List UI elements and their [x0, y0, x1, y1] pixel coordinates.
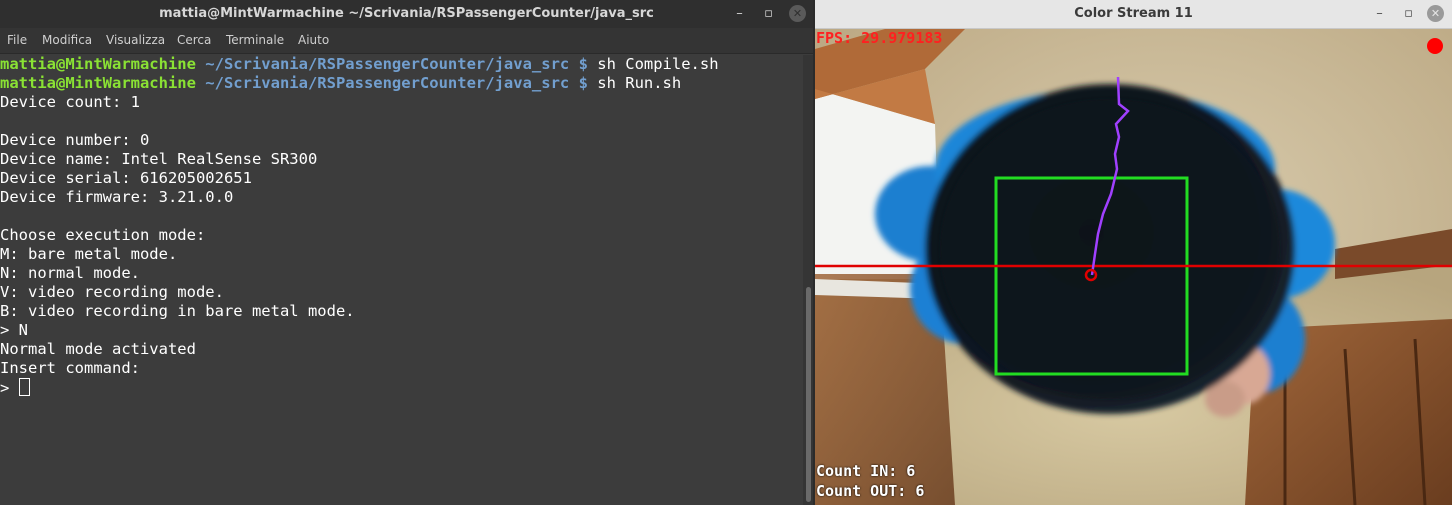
output-line: Insert command: [0, 359, 140, 377]
minimize-icon[interactable]: – [731, 5, 748, 22]
output-line: Normal mode activated [0, 340, 196, 358]
output-line: Device firmware: 3.21.0.0 [0, 188, 234, 206]
command-text: sh Compile.sh [587, 55, 719, 73]
camera-frame: FPS: 29.979183 Count IN: 6 Count OUT: 6 [815, 29, 1452, 505]
maximize-icon[interactable]: ▫ [1400, 5, 1417, 22]
terminal-output[interactable]: mattia@MintWarmachine ~/Scrivania/RSPass… [0, 55, 803, 505]
prompt-user: mattia@MintWarmachine [0, 74, 196, 92]
prompt-path: ~/Scrivania/RSPassengerCounter/java_src … [195, 55, 588, 73]
output-line: Device serial: 616205002651 [0, 169, 252, 187]
minimize-icon[interactable]: – [1371, 5, 1388, 22]
fps-label: FPS: 29.979183 [816, 29, 943, 47]
menu-aiuto[interactable]: Aiuto [298, 28, 329, 53]
terminal-command-line: mattia@MintWarmachine ~/Scrivania/RSPass… [0, 74, 681, 93]
output-line: Device number: 0 [0, 131, 150, 149]
output-line: N: normal mode. [0, 264, 140, 282]
output-line: B: video recording in bare metal mode. [0, 302, 355, 320]
close-icon[interactable]: ✕ [789, 5, 806, 22]
input-prompt: > [0, 379, 19, 397]
terminal-window[interactable]: mattia@MintWarmachine ~/Scrivania/RSPass… [0, 0, 813, 505]
count-in-label: Count IN: 6 [816, 462, 916, 480]
terminal-title: mattia@MintWarmachine ~/Scrivania/RSPass… [159, 6, 654, 21]
output-line: V: video recording mode. [0, 283, 224, 301]
recording-dot-icon [1427, 38, 1443, 54]
maximize-icon[interactable]: ▫ [760, 5, 777, 22]
terminal-scrollbar[interactable] [803, 55, 813, 505]
menu-visualizza[interactable]: Visualizza [106, 28, 165, 53]
count-out-label: Count OUT: 6 [816, 482, 925, 500]
terminal-menubar: File Modifica Visualizza Cerca Terminale… [0, 28, 813, 54]
prompt-user: mattia@MintWarmachine [0, 55, 196, 73]
output-line: M: bare metal mode. [0, 245, 178, 263]
color-stream-window[interactable]: Color Stream 11 – ▫ ✕ FPS: 29.979183 Cou… [815, 0, 1452, 505]
terminal-command-line: mattia@MintWarmachine ~/Scrivania/RSPass… [0, 55, 719, 74]
prompt-path: ~/Scrivania/RSPassengerCounter/java_src … [195, 74, 588, 92]
scrollbar-thumb[interactable] [806, 287, 811, 502]
terminal-titlebar[interactable]: mattia@MintWarmachine ~/Scrivania/RSPass… [0, 0, 813, 28]
output-line: > N [0, 321, 28, 339]
camera-image [815, 29, 1452, 505]
camera-titlebar[interactable]: Color Stream 11 – ▫ ✕ [815, 0, 1452, 29]
camera-title: Color Stream 11 [1074, 6, 1193, 21]
output-line: Device count: 1 [0, 93, 140, 111]
command-text: sh Run.sh [587, 74, 682, 92]
text-cursor [18, 378, 30, 396]
hair-shadow [940, 99, 1280, 399]
menu-modifica[interactable]: Modifica [42, 28, 92, 53]
menu-file[interactable]: File [7, 28, 27, 53]
menu-terminale[interactable]: Terminale [226, 28, 284, 53]
close-icon[interactable]: ✕ [1427, 5, 1444, 22]
menu-cerca[interactable]: Cerca [177, 28, 211, 53]
output-line: Choose execution mode: [0, 226, 206, 244]
terminal-input-line[interactable]: > [0, 378, 30, 397]
output-line: Device name: Intel RealSense SR300 [0, 150, 318, 168]
